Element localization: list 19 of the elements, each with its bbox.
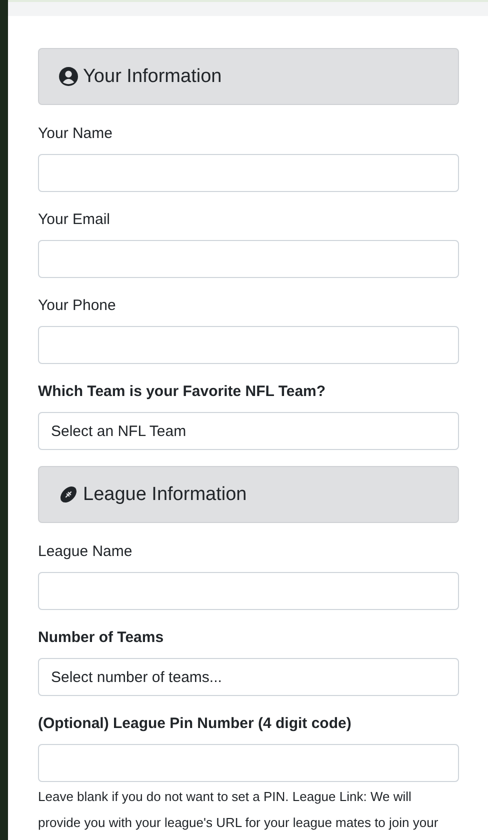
field-label: Your Phone bbox=[38, 296, 117, 316]
input-field[interactable] bbox=[38, 326, 459, 364]
input-field[interactable] bbox=[38, 572, 459, 610]
select-field[interactable]: Select number of teams... bbox=[38, 658, 459, 696]
field-label: Number of Teams bbox=[38, 628, 165, 648]
field-label: Your Email bbox=[38, 210, 111, 230]
input-field[interactable] bbox=[38, 154, 459, 192]
section-title: League Information bbox=[59, 484, 247, 506]
input-field[interactable] bbox=[38, 240, 459, 278]
input-field[interactable] bbox=[38, 744, 459, 782]
field-label: (Optional) League Pin Number (4 digit code) bbox=[38, 714, 352, 734]
field-label: Which Team is your Favorite NFL Team? bbox=[38, 382, 327, 402]
football-icon bbox=[59, 485, 78, 504]
user-icon bbox=[59, 67, 78, 86]
field-label: Your Name bbox=[38, 124, 114, 144]
field-label: League Name bbox=[38, 542, 134, 562]
section-title: Your Information bbox=[59, 66, 222, 88]
select-field[interactable]: Select an NFL Team bbox=[38, 412, 459, 450]
help-text: Leave blank if you do not want to set a PIN. League Link: We will provide you with your league's URL for your league mates to join your bbox=[38, 788, 440, 832]
